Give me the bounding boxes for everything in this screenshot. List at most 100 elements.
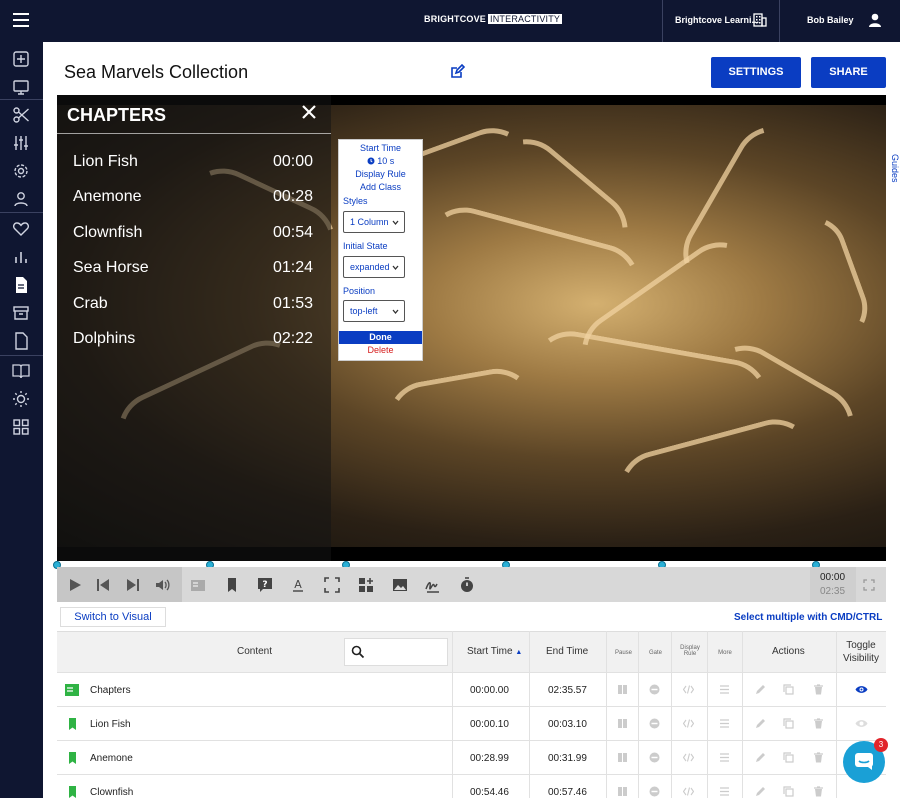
file-icon[interactable] [12, 332, 30, 350]
styles-select[interactable]: 1 Column [343, 211, 405, 233]
chapter-item[interactable]: Sea Horse 01:24 [73, 259, 313, 277]
initial-state-select[interactable]: expanded [343, 256, 405, 278]
close-icon[interactable] [301, 104, 317, 120]
code-icon[interactable] [683, 752, 694, 763]
chapter-item[interactable]: Dolphins 02:22 [73, 330, 313, 348]
gate-icon[interactable] [649, 786, 660, 797]
book-icon[interactable] [12, 362, 30, 380]
gate-icon[interactable] [649, 718, 660, 729]
bookmark-icon[interactable] [224, 577, 240, 593]
timer-icon[interactable] [459, 577, 475, 593]
brand-logo: BRIGHTCOVE INTERACTIVITY [424, 14, 563, 24]
position-select[interactable]: top-left [343, 300, 405, 322]
duplicate-icon[interactable] [783, 786, 794, 797]
code-icon[interactable] [683, 786, 694, 797]
guides-tab[interactable]: Guides [886, 154, 900, 194]
account-switcher[interactable]: Brightcove Learni... [662, 0, 780, 42]
table-row[interactable]: Clownfish 00:54.46 00:57.46 [57, 774, 886, 808]
sliders-icon[interactable] [12, 134, 30, 152]
table-row[interactable]: Lion Fish 00:00.10 00:03.10 [57, 706, 886, 740]
signature-icon[interactable] [425, 577, 441, 593]
settings-button[interactable]: SETTINGS [711, 57, 801, 88]
chat-launcher[interactable]: 3 [843, 738, 888, 783]
duplicate-icon[interactable] [783, 684, 794, 695]
chapter-item[interactable]: Crab 01:53 [73, 295, 313, 313]
pause-icon[interactable] [617, 752, 628, 763]
code-icon[interactable] [683, 684, 694, 695]
duplicate-icon[interactable] [783, 718, 794, 729]
trash-icon[interactable] [813, 684, 824, 695]
add-icon[interactable] [12, 50, 30, 68]
volume-icon[interactable] [154, 577, 170, 593]
multi-select-hint: Select multiple with CMD/CTRL [734, 612, 883, 623]
sun-icon[interactable] [12, 390, 30, 408]
trash-icon[interactable] [813, 752, 824, 763]
edit-icon[interactable] [755, 684, 766, 695]
edit-icon[interactable] [755, 718, 766, 729]
fullscreen-icon[interactable] [863, 579, 875, 591]
scissors-icon[interactable] [12, 106, 30, 124]
user-name[interactable]: Bob Bailey [807, 15, 854, 25]
edit-icon[interactable] [755, 752, 766, 763]
chapter-item[interactable]: Anemone 00:28 [73, 188, 313, 206]
more-options-icon[interactable] [719, 684, 730, 695]
visibility-off-icon[interactable] [855, 718, 868, 729]
table-row[interactable]: Anemone 00:28.99 00:31.99 [57, 740, 886, 774]
interactions-table: Content Start Time ▲ End Time Pause Gate… [57, 631, 886, 798]
visibility-on-icon[interactable] [855, 684, 868, 695]
done-button[interactable]: Done [339, 331, 422, 344]
more-options-icon[interactable] [719, 718, 730, 729]
share-button[interactable]: SHARE [811, 57, 886, 88]
trash-icon[interactable] [813, 786, 824, 797]
chapters-tool-icon[interactable] [190, 577, 206, 593]
video-player[interactable]: CHAPTERS Lion Fish 00:00 Anemone 00:28 Clo… [57, 95, 886, 561]
chapter-item[interactable]: Clownfish 00:54 [73, 224, 313, 242]
monitor-icon[interactable] [12, 78, 30, 96]
pause-icon[interactable] [617, 684, 628, 695]
switch-view-button[interactable]: Switch to Visual View [60, 607, 166, 642]
chapters-title: CHAPTERS [57, 95, 331, 134]
skip-forward-icon[interactable] [125, 577, 141, 593]
gate-icon[interactable] [649, 752, 660, 763]
trash-icon[interactable] [813, 718, 824, 729]
duplicate-icon[interactable] [783, 752, 794, 763]
pause-icon[interactable] [617, 718, 628, 729]
table-row[interactable]: Chapters 00:00.00 02:35.57 [57, 672, 886, 706]
chapter-item[interactable]: Lion Fish 00:00 [73, 153, 313, 171]
user-icon[interactable] [12, 190, 30, 208]
add-class-link[interactable]: Add Class [339, 182, 422, 192]
delete-button[interactable]: Delete [339, 345, 422, 355]
bar-chart-icon[interactable] [12, 248, 30, 266]
chapters-icon [65, 684, 79, 696]
code-icon[interactable] [683, 718, 694, 729]
duration-link[interactable]: 10 s [339, 156, 422, 166]
edit-icon[interactable] [755, 786, 766, 797]
sort-asc-icon: ▲ [515, 649, 523, 656]
menu-icon[interactable] [13, 13, 29, 27]
edit-title-icon[interactable] [449, 64, 465, 80]
text-icon[interactable]: A [290, 577, 306, 593]
fullscreen-frame-icon[interactable] [324, 577, 340, 593]
search-input[interactable] [344, 638, 448, 666]
column-start-time[interactable]: Start Time ▲ [467, 646, 522, 657]
bookmark-icon [69, 718, 76, 730]
display-rule-link[interactable]: Display Rule [339, 169, 422, 179]
document-icon[interactable] [12, 276, 30, 294]
more-options-icon[interactable] [719, 752, 730, 763]
column-actions: Actions [772, 646, 805, 657]
widgets-icon[interactable] [358, 577, 374, 593]
gear-icon[interactable] [12, 162, 30, 180]
total-duration: 02:35 [820, 586, 846, 597]
more-options-icon[interactable] [719, 786, 730, 797]
skip-back-icon[interactable] [95, 577, 111, 593]
gate-icon[interactable] [649, 684, 660, 695]
pause-icon[interactable] [617, 786, 628, 797]
user-icon[interactable] [867, 12, 883, 28]
start-time-link[interactable]: Start Time [339, 143, 422, 153]
archive-icon[interactable] [12, 304, 30, 322]
heart-icon[interactable] [12, 220, 30, 238]
grid-icon[interactable] [12, 418, 30, 436]
play-icon[interactable] [67, 577, 83, 593]
image-icon[interactable] [392, 577, 408, 593]
quiz-icon[interactable]: ? [257, 577, 273, 593]
